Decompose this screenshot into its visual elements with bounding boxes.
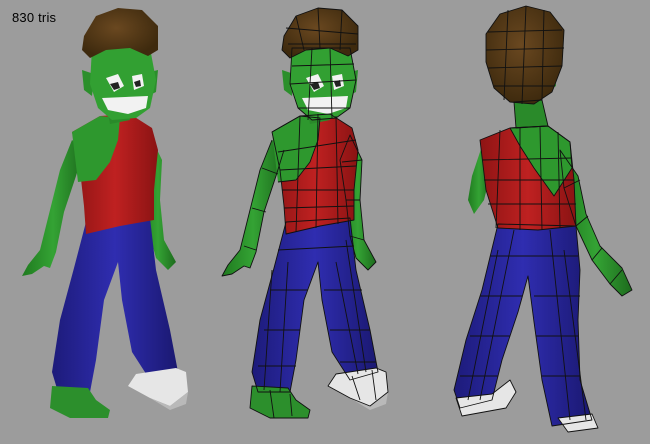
character-model-shaded[interactable]: [0, 0, 215, 444]
character-model-wireframe-front[interactable]: [200, 0, 415, 444]
3d-viewport[interactable]: 830 tris: [0, 0, 650, 444]
character-model-wireframe-back[interactable]: [430, 0, 650, 444]
